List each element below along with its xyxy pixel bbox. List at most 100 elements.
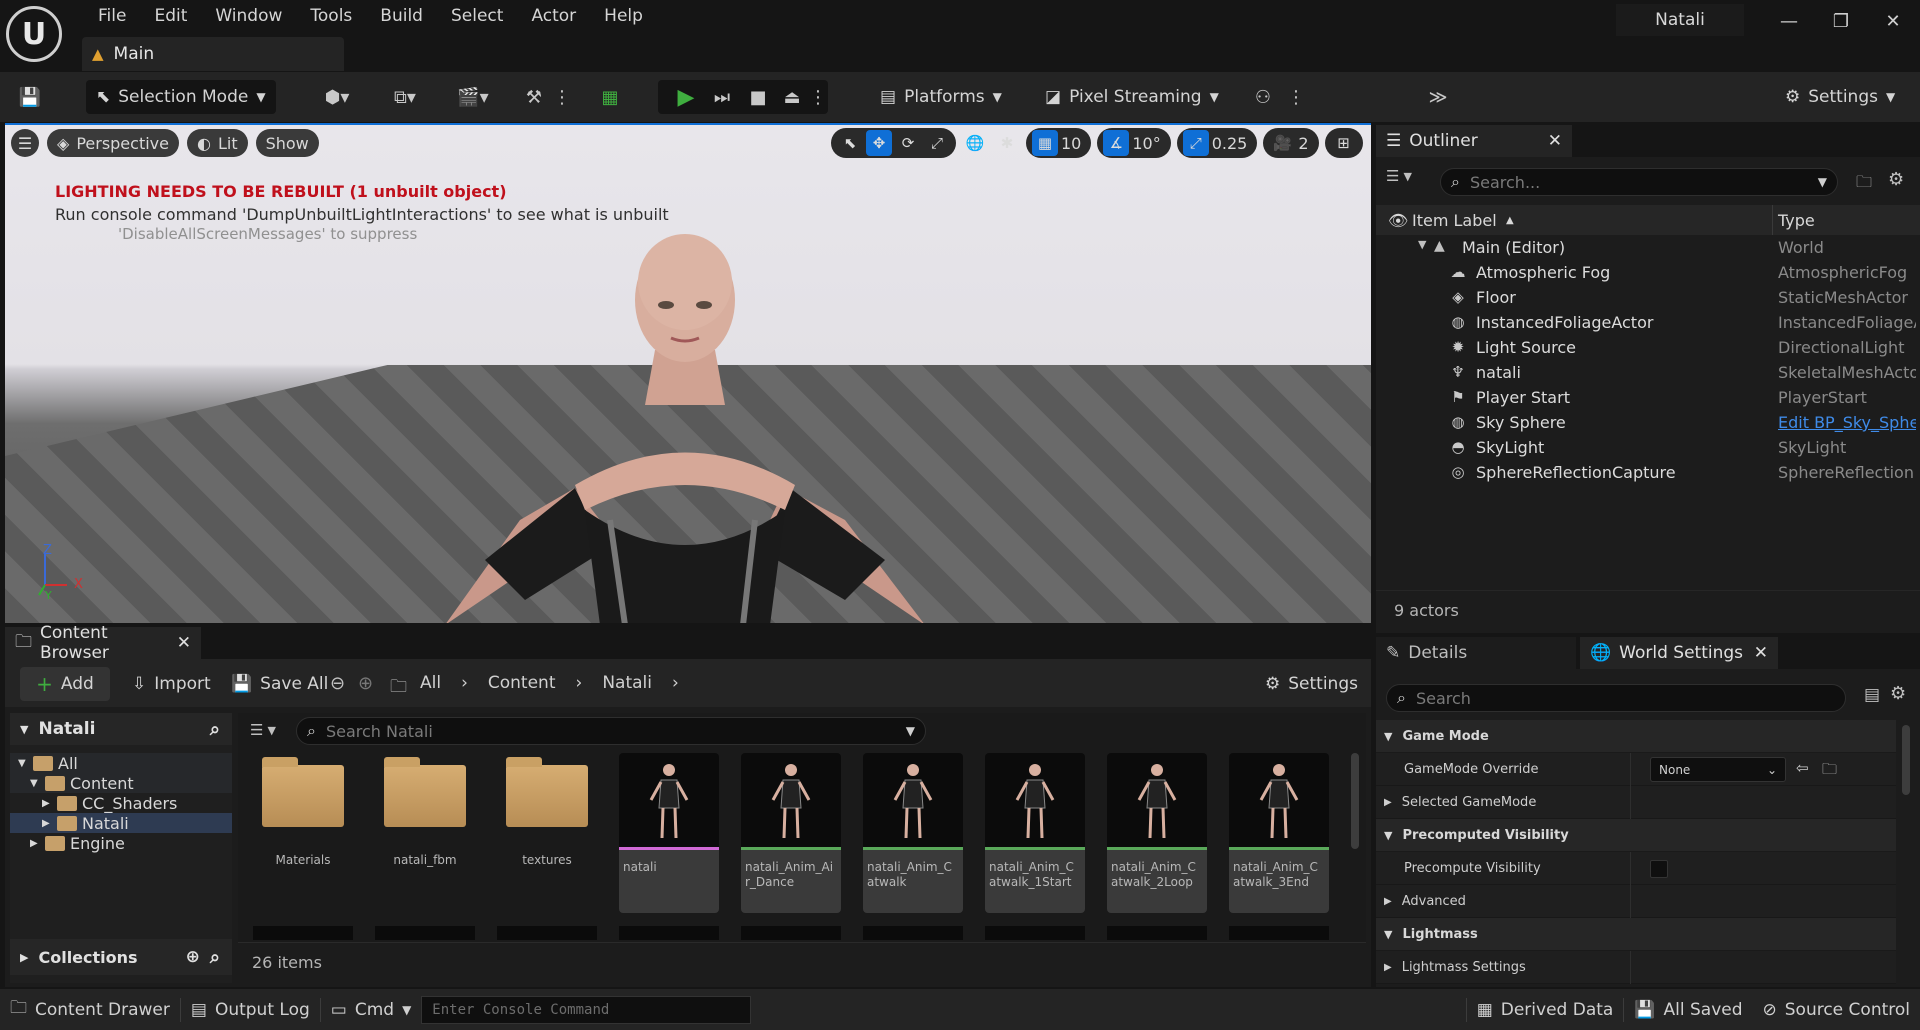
grid-snap[interactable]: ▦ 10	[1026, 128, 1092, 158]
gamemode-override-dropdown[interactable]: None ⌄	[1650, 757, 1786, 782]
asset-tile[interactable]: natali_Anim_Catwalk_3End	[1229, 753, 1329, 913]
details-property-row[interactable]: ▶ Lightmass Settings	[1376, 951, 1896, 984]
close-icon[interactable]: ✕	[177, 633, 191, 653]
add-button[interactable]: + Add	[20, 667, 110, 701]
advance-frame-icon[interactable]: ⏭	[704, 80, 740, 114]
menu-build[interactable]: Build	[366, 6, 437, 26]
save-all-button[interactable]: 💾 Save All	[221, 667, 338, 701]
pixel-streaming-dropdown[interactable]: ◪ Pixel Streaming ▼	[1035, 80, 1229, 114]
viewport-menu-icon[interactable]: ☰	[11, 129, 39, 157]
blueprint-icon[interactable]: ⧉▾	[380, 80, 430, 114]
gear-icon[interactable]: ⚙	[1890, 683, 1906, 704]
cmd-dropdown[interactable]: ▭ Cmd ▼	[321, 989, 422, 1030]
back-icon[interactable]: ⊖	[330, 673, 345, 694]
asset-search-input[interactable]: ⌕ Search Natali ▼	[296, 717, 926, 745]
menu-help[interactable]: Help	[590, 6, 657, 26]
close-icon[interactable]: ✕	[1754, 643, 1768, 663]
expand-toolbar-icon[interactable]: ≫	[1420, 80, 1456, 114]
tree-folder[interactable]: ▼ All	[10, 753, 232, 773]
asset-tile[interactable]: natali_Anim_Air_Dance	[741, 753, 841, 913]
select-tool-icon[interactable]: ⬉	[837, 130, 863, 156]
filter-dropdown[interactable]: ☰ ▼	[250, 721, 276, 739]
tree-folder[interactable]: ▶ Engine	[10, 833, 232, 853]
surface-snap-icon[interactable]: ✱	[994, 130, 1020, 156]
menu-tools[interactable]: Tools	[296, 6, 366, 26]
more-options-icon[interactable]: ⋮	[552, 80, 572, 114]
show-button[interactable]: Show	[255, 129, 319, 157]
details-section[interactable]: ▼ Game Mode	[1376, 720, 1896, 753]
chevron-right-icon[interactable]: ›	[576, 673, 583, 693]
restore-button[interactable]: ❐	[1818, 4, 1864, 38]
eject-icon[interactable]: ⏏	[774, 80, 810, 114]
level-viewport[interactable]: ☰ ◈ Perspective ◐ Lit Show ⬉ ✥ ⟳ ⤢ 🌐 ✱ ▦ 10…	[5, 125, 1371, 623]
browse-icon[interactable]: 🗀	[1822, 759, 1837, 784]
asset-tile[interactable]: natali_Anim_Catwalk	[863, 753, 963, 913]
tab-outliner[interactable]: ☰ Outliner ✕	[1376, 125, 1572, 157]
menu-actor[interactable]: Actor	[517, 6, 590, 26]
gear-icon[interactable]: ⚙	[1888, 169, 1904, 190]
add-folder-icon[interactable]: 🗀	[1856, 171, 1872, 198]
visibility-icon[interactable]: 👁	[1388, 211, 1408, 230]
details-property-row[interactable]: ▶ Advanced	[1376, 885, 1896, 918]
perspective-button[interactable]: ◈ Perspective	[47, 129, 179, 157]
outliner-row[interactable]: ◍ Sky Sphere Edit BP_Sky_Sphe	[1376, 413, 1920, 438]
tree-folder[interactable]: ▼ Content	[10, 773, 232, 793]
rotation-snap[interactable]: ∡ 10°	[1097, 128, 1171, 158]
table-view-icon[interactable]: ▤	[1864, 685, 1880, 705]
use-selected-icon[interactable]: ⇦	[1796, 759, 1809, 777]
outliner-row[interactable]: ♆ natali SkeletalMeshActo	[1376, 363, 1920, 388]
outliner-row-world[interactable]: ▼ ▲ Main (Editor) World	[1376, 238, 1920, 263]
camera-speed[interactable]: 🎥 2	[1263, 128, 1319, 158]
outliner-item-type[interactable]: Edit BP_Sky_Sphe	[1778, 413, 1916, 432]
close-icon[interactable]: ✕	[1548, 131, 1562, 151]
menu-edit[interactable]: Edit	[140, 6, 201, 26]
world-space-icon[interactable]: 🌐	[962, 130, 988, 156]
tree-folder[interactable]: ▶ CC_Shaders	[10, 793, 232, 813]
search-icon[interactable]: ⌕	[210, 947, 232, 968]
source-control-button[interactable]: ⊘ Source Control	[1753, 989, 1920, 1030]
move-tool-icon[interactable]: ✥	[866, 130, 892, 156]
import-button[interactable]: ⇩ Import	[122, 667, 221, 701]
tab-details[interactable]: ✎ Details	[1376, 637, 1576, 669]
outliner-row[interactable]: ◓ SkyLight SkyLight	[1376, 438, 1920, 463]
folder-tile[interactable]: Materials	[253, 753, 353, 913]
all-saved-button[interactable]: 💾 All Saved	[1624, 989, 1752, 1030]
menu-select[interactable]: Select	[437, 6, 517, 26]
chevron-right-icon[interactable]: ›	[461, 673, 468, 693]
folder-icon[interactable]: 🗀	[390, 674, 407, 703]
outliner-row[interactable]: ◍ InstancedFoliageActor InstancedFoliageA	[1376, 313, 1920, 338]
precompute-visibility-checkbox[interactable]	[1650, 860, 1668, 878]
collections-header[interactable]: ▶ Collections ⊕ ⌕	[10, 939, 232, 975]
outliner-row[interactable]: ✹ Light Source DirectionalLight	[1376, 338, 1920, 363]
close-window-button[interactable]: ✕	[1870, 4, 1916, 38]
details-property-row[interactable]: ▶ Selected GameMode	[1376, 786, 1896, 819]
game-icon[interactable]: ▦	[592, 80, 628, 114]
chevron-right-icon[interactable]: ›	[672, 673, 679, 693]
layout-button[interactable]: ⊞	[1324, 128, 1363, 158]
asset-scrollbar[interactable]	[1351, 753, 1359, 849]
derived-data-button[interactable]: ▦ Derived Data	[1467, 989, 1624, 1030]
menu-file[interactable]: File	[84, 6, 140, 26]
menu-window[interactable]: Window	[201, 6, 296, 26]
share-icon[interactable]: ⚇	[1245, 80, 1281, 114]
col-item-label[interactable]: Item Label	[1412, 211, 1497, 230]
breadcrumb-content[interactable]: Content	[488, 673, 556, 693]
tab-main-level[interactable]: ▲ Main	[82, 37, 344, 71]
rotate-tool-icon[interactable]: ⟳	[895, 130, 921, 156]
scale-tool-icon[interactable]: ⤢	[924, 130, 950, 156]
output-log-button[interactable]: ▤ Output Log	[181, 989, 320, 1030]
folder-tile[interactable]: textures	[497, 753, 597, 913]
outliner-row[interactable]: ◈ Floor StaticMeshActor	[1376, 288, 1920, 313]
settings-dropdown[interactable]: ⚙ Settings ▼	[1775, 80, 1905, 114]
asset-tile[interactable]: natali	[619, 753, 719, 913]
add-actor-icon[interactable]: ⬢▾	[312, 80, 362, 114]
forward-icon[interactable]: ⊕	[358, 673, 373, 694]
asset-tile[interactable]: natali_Anim_Catwalk_2Loop	[1107, 753, 1207, 913]
stop-icon[interactable]: ■	[740, 80, 776, 114]
cinematics-icon[interactable]: 🎬▾	[448, 80, 498, 114]
save-level-icon[interactable]: 💾	[12, 80, 48, 114]
platforms-dropdown[interactable]: ▤ Platforms ▼	[870, 80, 1012, 114]
details-section[interactable]: ▼ Precomputed Visibility	[1376, 819, 1896, 852]
tab-content-browser[interactable]: 🗀 Content Browser ✕	[5, 623, 201, 663]
breadcrumb-all[interactable]: All	[420, 673, 441, 693]
